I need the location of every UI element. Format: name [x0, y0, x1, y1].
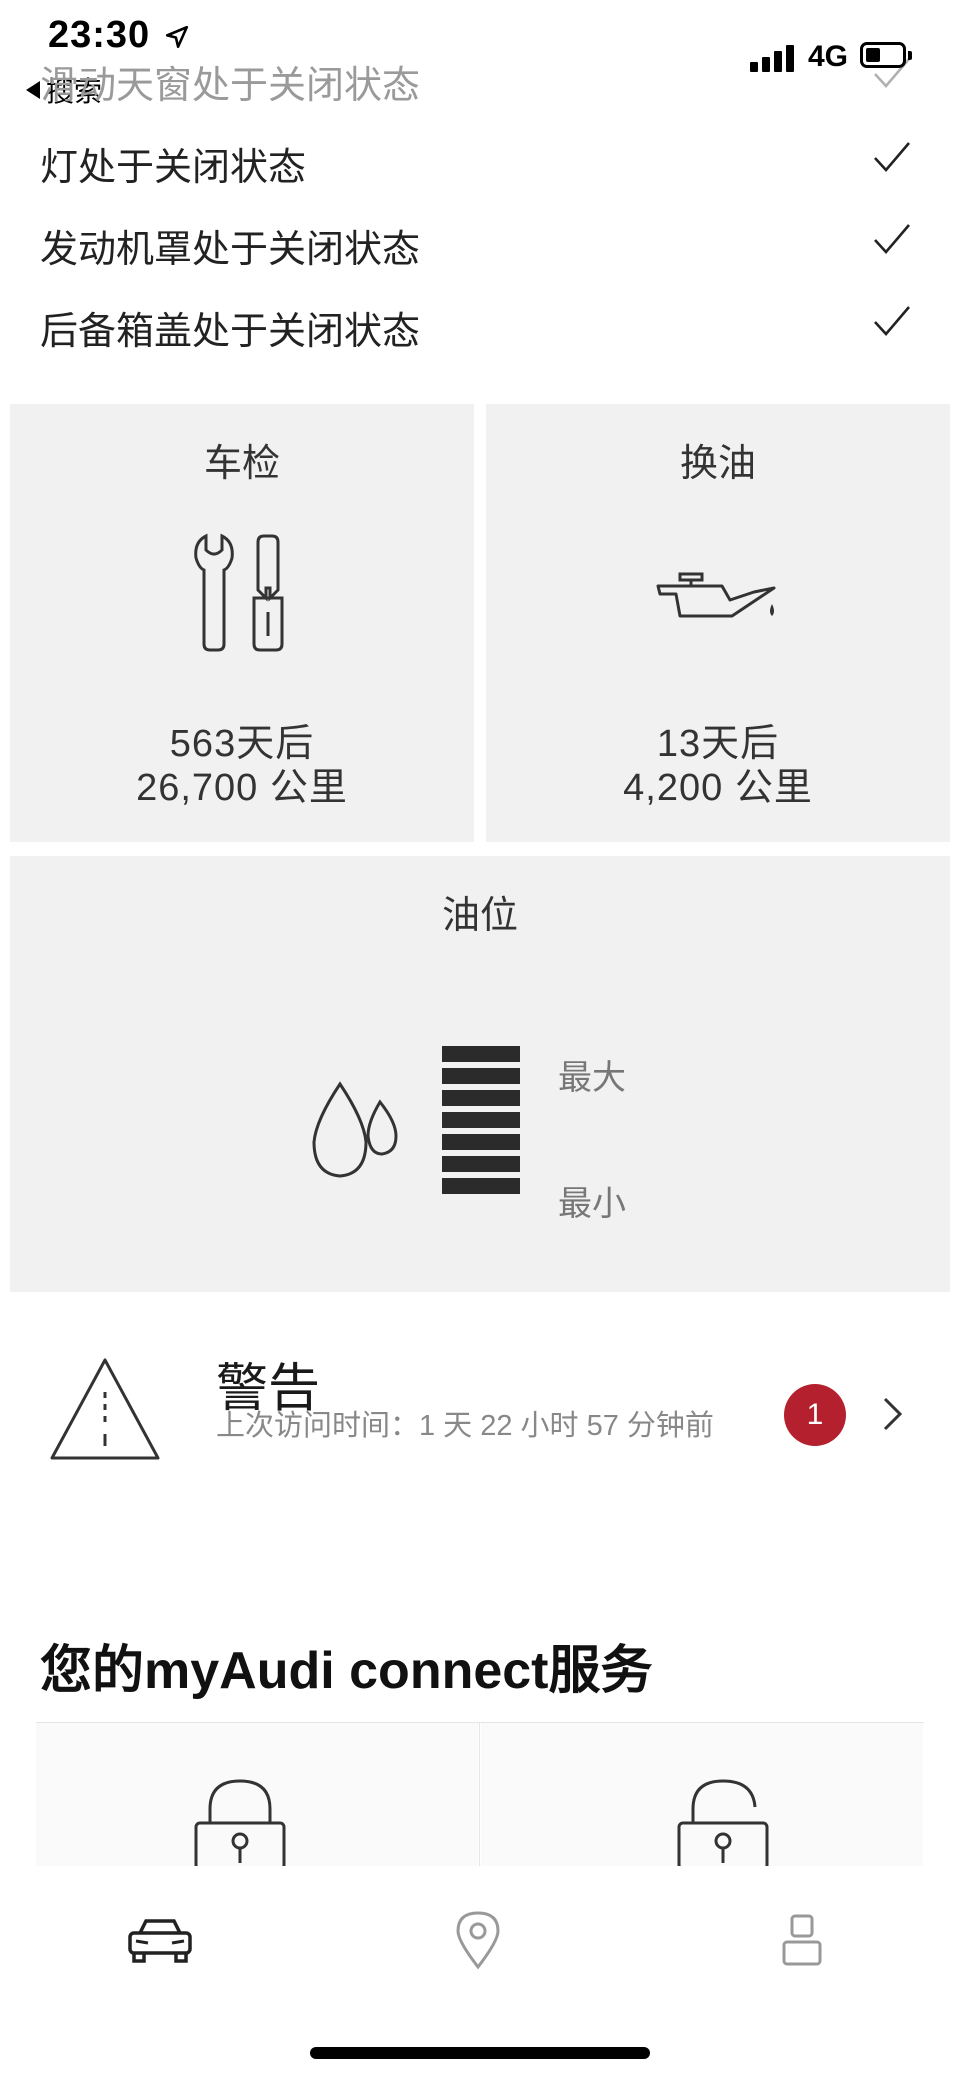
oil-level-segment — [442, 1156, 520, 1172]
inspection-distance: 26,700 公里 — [136, 767, 348, 809]
profile-icon — [782, 1914, 822, 1966]
lock-closed-icon — [194, 1779, 286, 1869]
car-icon — [128, 1919, 192, 1963]
oil-min-label: 最小 — [558, 1185, 626, 1223]
checkmark-icon — [874, 58, 910, 88]
status-label: 发动机罩处于关闭状态 — [40, 229, 421, 271]
warning-triangle-icon — [50, 1358, 160, 1460]
checkmark-icon — [874, 224, 910, 254]
location-arrow-icon — [165, 25, 189, 49]
oil-level-segment — [442, 1178, 520, 1194]
tile-title: 油位 — [441, 895, 518, 937]
status-row-lights: 灯处于关闭状态 — [40, 136, 306, 191]
oil-level-segment — [442, 1090, 520, 1106]
back-triangle-icon — [26, 81, 40, 99]
status-row-trunk: 后备箱盖处于关闭状态 — [40, 300, 420, 355]
service-unlock-card[interactable] — [481, 1723, 923, 1869]
warnings-count-badge: 1 — [784, 1384, 846, 1446]
inspection-tile[interactable]: 车检 563天后 26,700 公里 — [10, 404, 474, 842]
oil-level-segment — [442, 1068, 520, 1084]
chevron-right-icon[interactable] — [882, 1396, 904, 1432]
warnings-last-access: 上次访问时间：1 天 22 小时 57 分钟前 — [216, 1410, 714, 1442]
status-row-sunroof: 滑动天窗处于关闭状态 — [40, 54, 420, 109]
cellular-signal-icon — [750, 44, 794, 72]
status-label: 灯处于关闭状态 — [40, 147, 307, 189]
services-heading: 您的myAudi connect服务 — [40, 1642, 653, 1700]
tab-vehicle[interactable] — [120, 1900, 200, 1980]
tab-location[interactable] — [438, 1900, 518, 1980]
status-row-hood: 发动机罩处于关闭状态 — [40, 218, 420, 273]
checkmark-icon — [874, 306, 910, 336]
checkmark-icon — [874, 142, 910, 172]
oil-change-tile[interactable]: 换油 13天后 4,200 公里 — [486, 404, 950, 842]
oil-change-distance: 4,200 公里 — [623, 767, 813, 809]
location-pin-icon — [456, 1911, 500, 1969]
network-type: 4G — [808, 40, 849, 73]
status-label: 后备箱盖处于关闭状态 — [40, 311, 421, 353]
tab-profile[interactable] — [762, 1900, 842, 1980]
home-indicator[interactable] — [310, 2047, 650, 2059]
oil-level-segment — [442, 1046, 520, 1062]
oil-can-icon — [656, 572, 776, 618]
oil-level-segment — [442, 1112, 520, 1128]
oil-drops-icon — [312, 1081, 398, 1178]
lock-open-icon — [677, 1779, 769, 1869]
oil-level-segment — [442, 1134, 520, 1150]
tile-title: 车检 — [203, 443, 280, 485]
service-lock-card[interactable] — [36, 1723, 478, 1869]
divider — [479, 1722, 480, 1868]
status-label: 滑动天窗处于关闭状态 — [40, 65, 421, 107]
wrench-screwdriver-icon — [194, 533, 284, 652]
oil-level-gauge — [442, 1046, 520, 1200]
tile-title: 换油 — [679, 443, 756, 485]
oil-max-label: 最大 — [558, 1059, 626, 1097]
status-time: 23:30 — [48, 14, 151, 56]
